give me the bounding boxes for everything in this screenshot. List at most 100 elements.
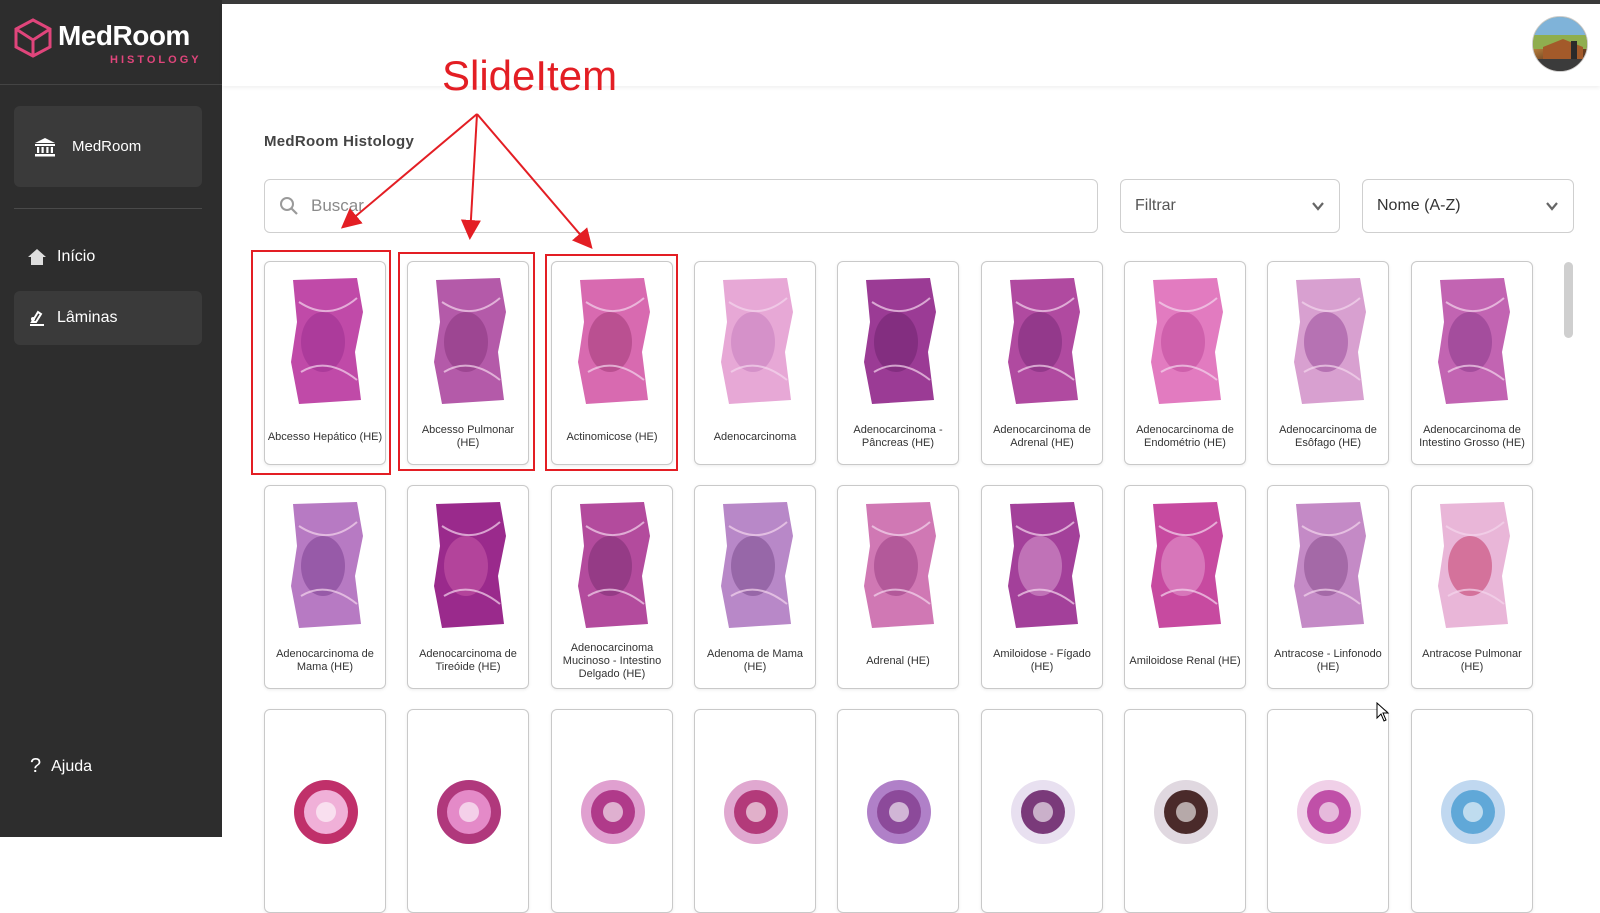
- slide-thumbnail: [852, 272, 946, 412]
- slide-name: [840, 862, 956, 908]
- slide-item[interactable]: Adenocarcinoma de Intestino Grosso (HE): [1411, 261, 1533, 465]
- search-icon: [280, 197, 298, 215]
- sort-label: Nome (A-Z): [1377, 197, 1461, 214]
- slide-item[interactable]: Adenocarcinoma de Endométrio (HE): [1124, 261, 1246, 465]
- slide-item[interactable]: Adenocarcinoma de Mama (HE): [264, 485, 386, 689]
- logo-subtitle: HISTOLOGY: [110, 54, 202, 66]
- sidebar-item-laminas[interactable]: Lâminas: [14, 291, 202, 345]
- slide-thumbnail: [852, 720, 946, 860]
- home-icon: [28, 249, 46, 265]
- slide-name: Adrenal (HE): [866, 654, 930, 667]
- search-box[interactable]: [264, 179, 1098, 233]
- slide-name: Adenocarcinoma de Mama (HE): [276, 648, 374, 673]
- slide-item[interactable]: [694, 709, 816, 913]
- slide-thumbnail: [1139, 496, 1233, 636]
- slide-name: [554, 862, 670, 908]
- mouse-cursor-icon: [1376, 702, 1390, 722]
- sort-dropdown[interactable]: Nome (A-Z): [1362, 179, 1574, 233]
- slide-item[interactable]: Amiloidose Renal (HE): [1124, 485, 1246, 689]
- search-input[interactable]: [311, 196, 1011, 216]
- organization-label: MedRoom: [72, 138, 142, 155]
- slide-item[interactable]: Antracose Pulmonar (HE): [1411, 485, 1533, 689]
- slide-item[interactable]: [1124, 709, 1246, 913]
- chevron-down-icon: [1312, 202, 1324, 211]
- logo-cube-icon: [14, 18, 52, 58]
- slide-item[interactable]: [837, 709, 959, 913]
- slide-thumbnail: [422, 720, 516, 860]
- slide-thumbnail: [996, 272, 1090, 412]
- slide-name: Adenocarcinoma de Tireóide (HE): [419, 648, 517, 673]
- slide-name: [267, 862, 383, 908]
- slide-item[interactable]: [551, 709, 673, 913]
- slide-item[interactable]: Adrenal (HE): [837, 485, 959, 689]
- slide-thumbnail: [279, 720, 373, 860]
- sidebar-item-label: Lâminas: [57, 309, 118, 326]
- slide-item[interactable]: [1267, 709, 1389, 913]
- slide-item[interactable]: Adenocarcinoma - Pâncreas (HE): [837, 261, 959, 465]
- user-avatar[interactable]: [1532, 16, 1588, 72]
- organization-card[interactable]: MedRoom: [14, 106, 202, 187]
- scrollbar-track[interactable]: [1564, 261, 1574, 837]
- sidebar-item-label: Início: [57, 248, 96, 265]
- slide-thumbnail: [1139, 272, 1233, 412]
- slide-thumbnail: [709, 272, 803, 412]
- slides-icon: [30, 310, 44, 326]
- slide-item[interactable]: Adenocarcinoma de Adrenal (HE): [981, 261, 1103, 465]
- slide-name: Adenocarcinoma - Pâncreas (HE): [853, 424, 943, 449]
- slide-item[interactable]: Adenocarcinoma de Esôfago (HE): [1267, 261, 1389, 465]
- slide-name: Adenocarcinoma: [713, 430, 797, 443]
- help-link[interactable]: ? Ajuda: [30, 755, 92, 778]
- slide-item[interactable]: Antracose - Linfonodo (HE): [1267, 485, 1389, 689]
- slide-name: [984, 862, 1100, 908]
- slide-thumbnail: [1426, 496, 1520, 636]
- slide-item[interactable]: [1411, 709, 1533, 913]
- help-icon: ?: [30, 755, 42, 777]
- slide-thumbnail: [422, 496, 516, 636]
- filter-dropdown[interactable]: Filtrar: [1120, 179, 1340, 233]
- slide-item[interactable]: [264, 709, 386, 913]
- slide-name: Antracose - Linfonodo (HE): [1274, 648, 1382, 673]
- slide-thumbnail: [1282, 272, 1376, 412]
- top-header: [222, 4, 1600, 86]
- slide-thumbnail: [1282, 720, 1376, 860]
- slide-name: Adenocarcinoma de Intestino Grosso (HE): [1419, 424, 1525, 449]
- filter-label: Filtrar: [1135, 197, 1176, 214]
- slide-name: Adenocarcinoma Mucinoso - Intestino Delg…: [562, 641, 662, 680]
- slide-item[interactable]: Adenocarcinoma Mucinoso - Intestino Delg…: [551, 485, 673, 689]
- slide-name: Amiloidose - Fígado (HE): [993, 648, 1091, 673]
- slide-item[interactable]: [981, 709, 1103, 913]
- slide-thumbnail: [996, 720, 1090, 860]
- slide-thumbnail: [1426, 720, 1520, 860]
- sidebar-divider: [0, 84, 222, 85]
- sidebar-divider-2: [14, 208, 202, 209]
- slide-thumbnail: [566, 720, 660, 860]
- annotation-box: [251, 250, 391, 475]
- slide-thumbnail: [852, 496, 946, 636]
- scrollbar-thumb[interactable]: [1564, 262, 1573, 338]
- slide-name: [410, 862, 526, 908]
- slide-name: [1270, 862, 1386, 908]
- avatar-image: [1533, 17, 1587, 71]
- logo-text: MedRoom: [58, 20, 190, 51]
- sidebar: MedRoom HISTOLOGY MedRoom Início Lâminas…: [0, 0, 222, 837]
- chevron-down-icon: [1546, 202, 1558, 211]
- slide-item[interactable]: [407, 709, 529, 913]
- slide-name: [1414, 862, 1530, 908]
- slide-name: [697, 862, 813, 908]
- slide-name: [1127, 862, 1243, 908]
- slide-thumbnail: [1426, 272, 1520, 412]
- slide-item[interactable]: Adenocarcinoma: [694, 261, 816, 465]
- slide-name: Amiloidose Renal (HE): [1129, 654, 1241, 667]
- slide-item[interactable]: Amiloidose - Fígado (HE): [981, 485, 1103, 689]
- slide-name: Antracose Pulmonar (HE): [1422, 648, 1522, 673]
- help-label: Ajuda: [51, 757, 93, 775]
- slide-name: Adenocarcinoma de Esôfago (HE): [1279, 424, 1377, 449]
- slide-thumbnail: [709, 496, 803, 636]
- annotation-box: [398, 252, 535, 471]
- slide-thumbnail: [1282, 496, 1376, 636]
- slide-item[interactable]: Adenoma de Mama (HE): [694, 485, 816, 689]
- sidebar-item-inicio[interactable]: Início: [14, 230, 202, 284]
- page-title: MedRoom Histology: [264, 133, 415, 150]
- slide-thumbnail: [279, 496, 373, 636]
- slide-item[interactable]: Adenocarcinoma de Tireóide (HE): [407, 485, 529, 689]
